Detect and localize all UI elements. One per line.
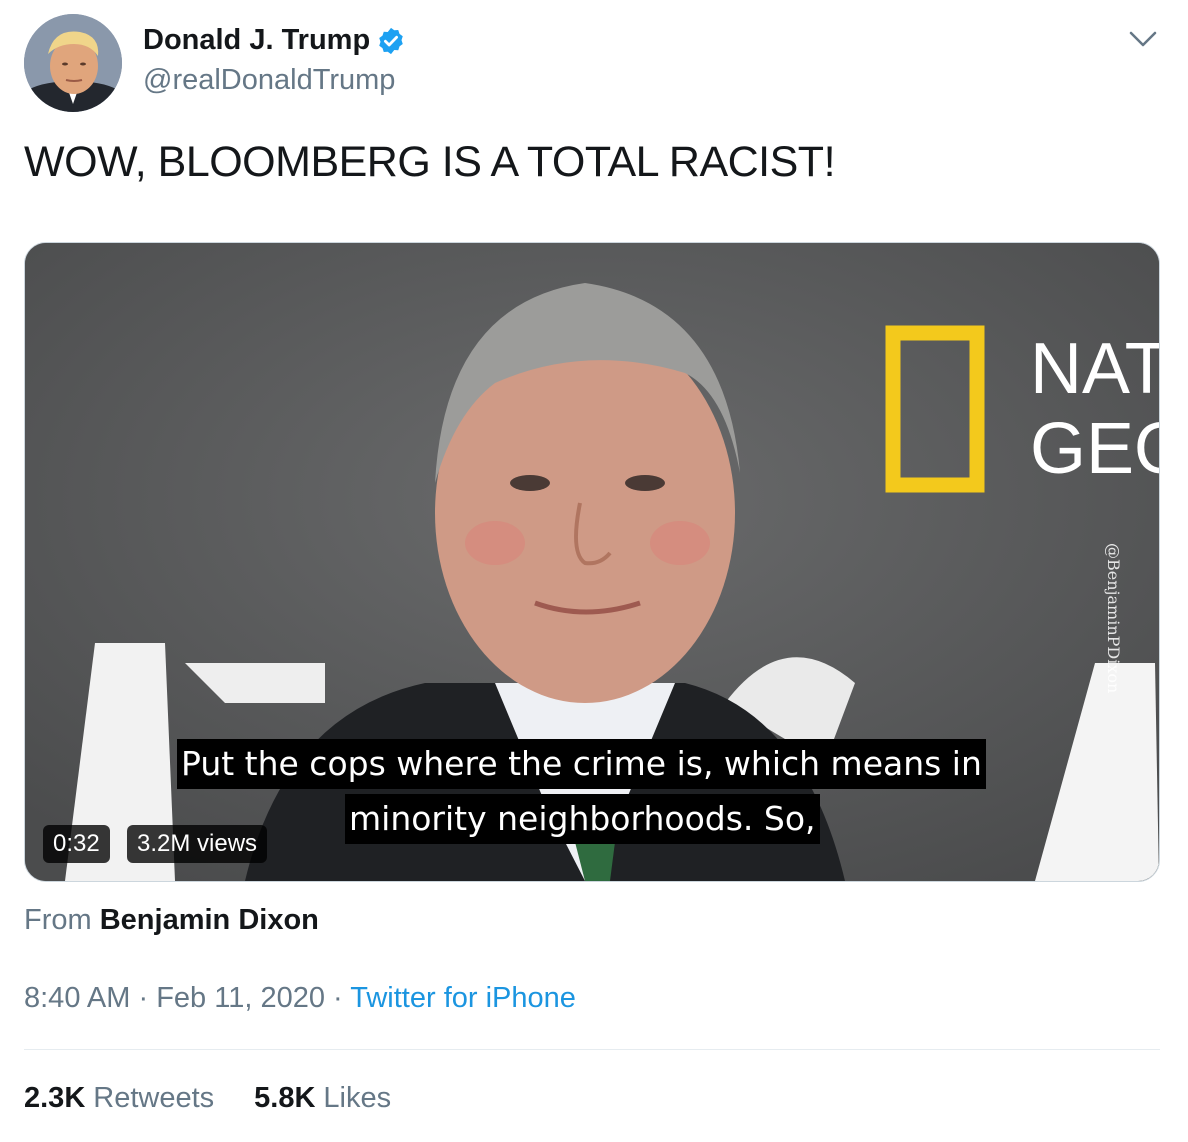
- user-handle[interactable]: @realDonaldTrump: [143, 64, 395, 97]
- video-duration-badge: 0:32: [43, 825, 110, 863]
- logo-text-line1: NAT: [1030, 329, 1159, 409]
- divider: [24, 1049, 1160, 1050]
- attribution-link[interactable]: Benjamin Dixon: [100, 904, 319, 936]
- tweet-date[interactable]: Feb 11, 2020: [156, 982, 325, 1014]
- avatar[interactable]: [24, 14, 122, 112]
- video-watermark: @BenjaminPDixon: [1104, 543, 1123, 694]
- tweet-text: WOW, BLOOMBERG IS A TOTAL RACIST!: [24, 138, 836, 186]
- retweets-label: Retweets: [93, 1082, 215, 1114]
- likes-count: 5.8K: [254, 1082, 316, 1114]
- logo-text-line2: GEO: [1030, 409, 1159, 489]
- meta-separator: ·: [138, 982, 149, 1014]
- retweets-stat[interactable]: 2.3K Retweets: [24, 1082, 214, 1115]
- display-name[interactable]: Donald J. Trump: [143, 24, 406, 57]
- likes-stat[interactable]: 5.8K Likes: [254, 1082, 391, 1115]
- video-player[interactable]: NAT GEO @BenjaminPDixon Put the cops whe…: [24, 242, 1160, 882]
- subtitle-line-2: minority neighborhoods. So,: [345, 794, 820, 844]
- tweet-time[interactable]: 8:40 AM: [24, 982, 130, 1014]
- subtitle-line-1: Put the cops where the crime is, which m…: [177, 739, 986, 789]
- video-views-badge: 3.2M views: [127, 825, 268, 863]
- retweets-count: 2.3K: [24, 1082, 86, 1114]
- tweet-stats: 2.3K Retweets 5.8K Likes: [24, 1082, 391, 1115]
- chevron-down-icon[interactable]: [1128, 28, 1158, 50]
- video-attribution: From Benjamin Dixon: [24, 904, 319, 937]
- meta-separator: ·: [333, 982, 343, 1014]
- tweet-source-link[interactable]: Twitter for iPhone: [350, 982, 576, 1014]
- attribution-prefix: From: [24, 904, 92, 936]
- display-name-text: Donald J. Trump: [143, 24, 371, 56]
- avatar-image: [24, 14, 122, 112]
- verified-badge-icon: [379, 27, 403, 54]
- likes-label: Likes: [323, 1082, 392, 1114]
- tweet-meta: 8:40 AM · Feb 11, 2020 · Twitter for iPh…: [24, 982, 576, 1015]
